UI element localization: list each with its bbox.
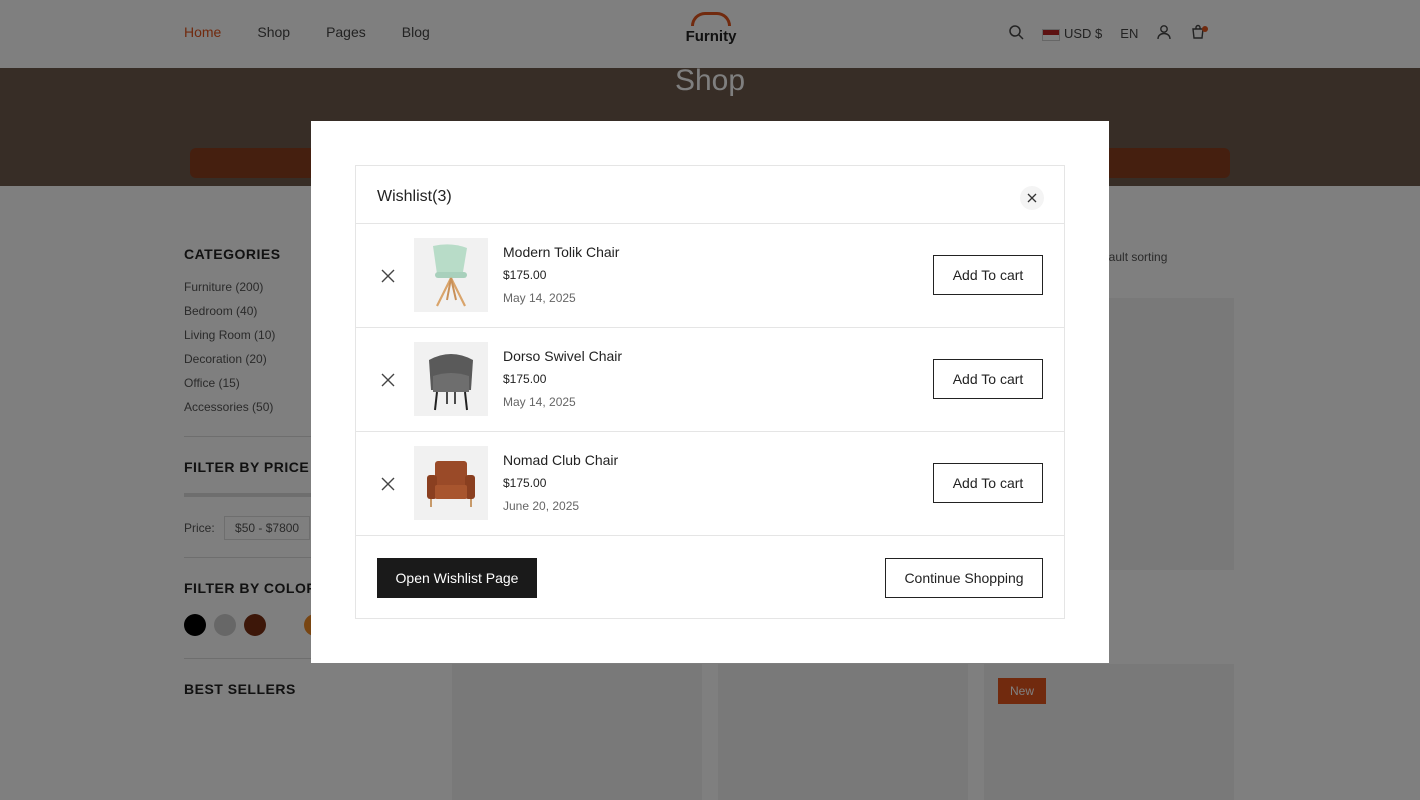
remove-item-button[interactable] [378, 266, 398, 286]
continue-shopping-button[interactable]: Continue Shopping [885, 558, 1043, 598]
remove-icon [381, 477, 395, 491]
wishlist-panel: Wishlist(3) Modern Tolik Chair $175.00 M… [355, 165, 1065, 619]
product-name[interactable]: Modern Tolik Chair [503, 244, 619, 260]
product-price: $175.00 [503, 268, 547, 282]
product-price: $175.00 [503, 476, 547, 490]
added-date: May 14, 2025 [503, 395, 576, 409]
product-price: $175.00 [503, 372, 547, 386]
remove-icon [381, 269, 395, 283]
wishlist-item: Nomad Club Chair $175.00 June 20, 2025 A… [356, 432, 1064, 536]
brown-leather-chair-image [427, 461, 475, 507]
product-name[interactable]: Nomad Club Chair [503, 452, 618, 468]
grey-armchair-image [429, 354, 473, 411]
wishlist-title: Wishlist(3) [377, 188, 452, 205]
product-thumbnail[interactable] [414, 238, 488, 312]
close-icon [1027, 193, 1037, 203]
wishlist-header: Wishlist(3) [356, 166, 1064, 224]
item-info: Nomad Club Chair $175.00 June 20, 2025 [503, 452, 618, 513]
wishlist-item: Modern Tolik Chair $175.00 May 14, 2025 … [356, 224, 1064, 328]
wishlist-item: Dorso Swivel Chair $175.00 May 14, 2025 … [356, 328, 1064, 432]
item-info: Modern Tolik Chair $175.00 May 14, 2025 [503, 244, 619, 305]
wishlist-footer: Open Wishlist Page Continue Shopping [356, 536, 1064, 620]
wishlist-modal: Wishlist(3) Modern Tolik Chair $175.00 M… [311, 121, 1109, 663]
product-name[interactable]: Dorso Swivel Chair [503, 348, 622, 364]
remove-item-button[interactable] [378, 370, 398, 390]
add-to-cart-button[interactable]: Add To cart [933, 255, 1043, 295]
added-date: May 14, 2025 [503, 291, 576, 305]
added-date: June 20, 2025 [503, 499, 580, 513]
mint-chair-image [433, 244, 467, 307]
close-button[interactable] [1020, 186, 1044, 210]
remove-icon [381, 373, 395, 387]
item-info: Dorso Swivel Chair $175.00 May 14, 2025 [503, 348, 622, 409]
remove-item-button[interactable] [378, 474, 398, 494]
product-thumbnail[interactable] [414, 342, 488, 416]
open-wishlist-button[interactable]: Open Wishlist Page [377, 558, 537, 598]
add-to-cart-button[interactable]: Add To cart [933, 463, 1043, 503]
product-thumbnail[interactable] [414, 446, 488, 520]
add-to-cart-button[interactable]: Add To cart [933, 359, 1043, 399]
